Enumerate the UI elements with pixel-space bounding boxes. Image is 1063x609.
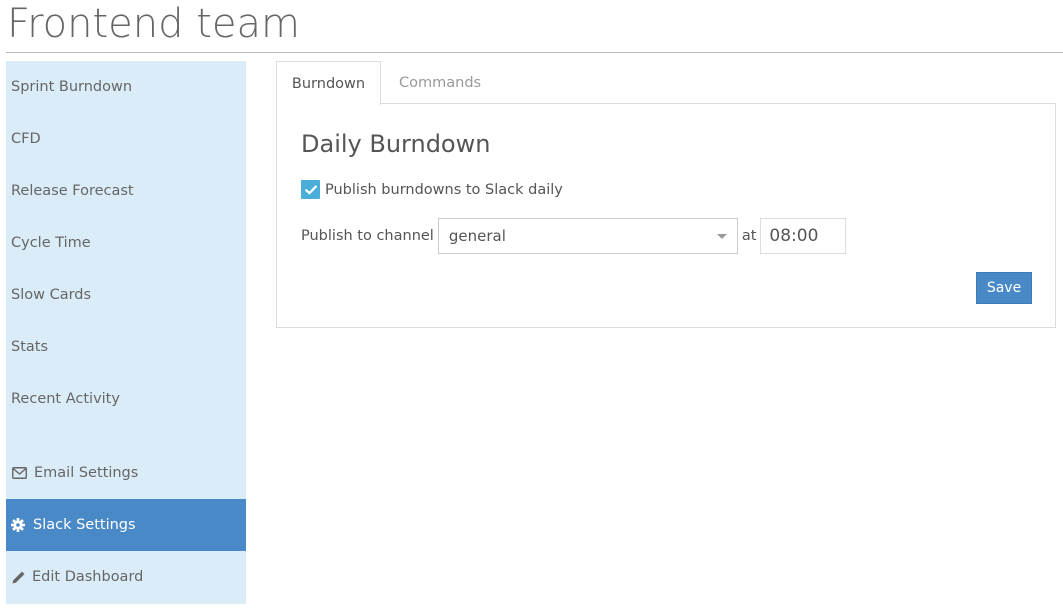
- channel-label: Publish to channel: [301, 228, 434, 244]
- save-button[interactable]: Save: [976, 272, 1032, 304]
- sidebar-item-release-forecast[interactable]: Release Forecast: [6, 165, 246, 217]
- sidebar-item-label: Stats: [11, 339, 49, 355]
- page-title: Frontend team: [7, 1, 301, 47]
- sidebar-item-label: Sprint Burndown: [11, 79, 133, 95]
- sidebar-item-recent-activity[interactable]: Recent Activity: [6, 373, 246, 425]
- sidebar-item-label: Recent Activity: [11, 391, 120, 407]
- sidebar-item-label: CFD: [11, 131, 41, 147]
- sidebar-item-sprint-burndown[interactable]: Sprint Burndown: [6, 61, 246, 113]
- sidebar-item-cfd[interactable]: CFD: [6, 113, 246, 165]
- sidebar-item-label: Slow Cards: [11, 287, 92, 303]
- sidebar-item-label: Slack Settings: [33, 517, 136, 533]
- sidebar-item-label: Cycle Time: [11, 235, 91, 251]
- sidebar-item-label: Email Settings: [34, 465, 139, 481]
- channel-row: Publish to channel general at: [301, 218, 847, 254]
- channel-select[interactable]: general: [437, 218, 738, 254]
- gear-icon: [11, 517, 25, 533]
- pencil-icon: [11, 569, 25, 585]
- sidebar-item-cycle-time[interactable]: Cycle Time: [6, 217, 246, 269]
- title-divider: [6, 52, 1063, 53]
- sidebar-item-edit-dashboard[interactable]: Edit Dashboard: [6, 551, 246, 603]
- sidebar: Sprint Burndown CFD Release Forecast Cyc…: [6, 61, 246, 604]
- envelope-icon: [11, 465, 27, 481]
- sidebar-item-email-settings[interactable]: Email Settings: [6, 447, 246, 499]
- at-label: at: [741, 228, 757, 244]
- sidebar-item-stats[interactable]: Stats: [6, 321, 246, 373]
- time-input[interactable]: [760, 218, 847, 254]
- sidebar-item-label: Release Forecast: [11, 183, 134, 199]
- chevron-down-icon: [716, 233, 727, 239]
- tab-commands[interactable]: Commands: [388, 61, 492, 104]
- checkmark-icon: [304, 185, 317, 194]
- burndown-panel: Daily Burndown Publish burndowns to Slac…: [276, 103, 1056, 328]
- tab-burndown[interactable]: Burndown: [276, 61, 381, 105]
- panel-heading: Daily Burndown: [301, 130, 491, 158]
- sidebar-item-slow-cards[interactable]: Slow Cards: [6, 269, 246, 321]
- sidebar-item-slack-settings[interactable]: Slack Settings: [6, 499, 246, 551]
- publish-daily-label: Publish burndowns to Slack daily: [325, 181, 563, 198]
- sidebar-item-label: Edit Dashboard: [32, 569, 144, 585]
- publish-daily-option[interactable]: Publish burndowns to Slack daily: [301, 180, 563, 199]
- channel-select-value: general: [448, 227, 506, 245]
- publish-daily-checkbox[interactable]: [301, 180, 320, 199]
- tab-bar: Burndown Commands: [276, 61, 1056, 105]
